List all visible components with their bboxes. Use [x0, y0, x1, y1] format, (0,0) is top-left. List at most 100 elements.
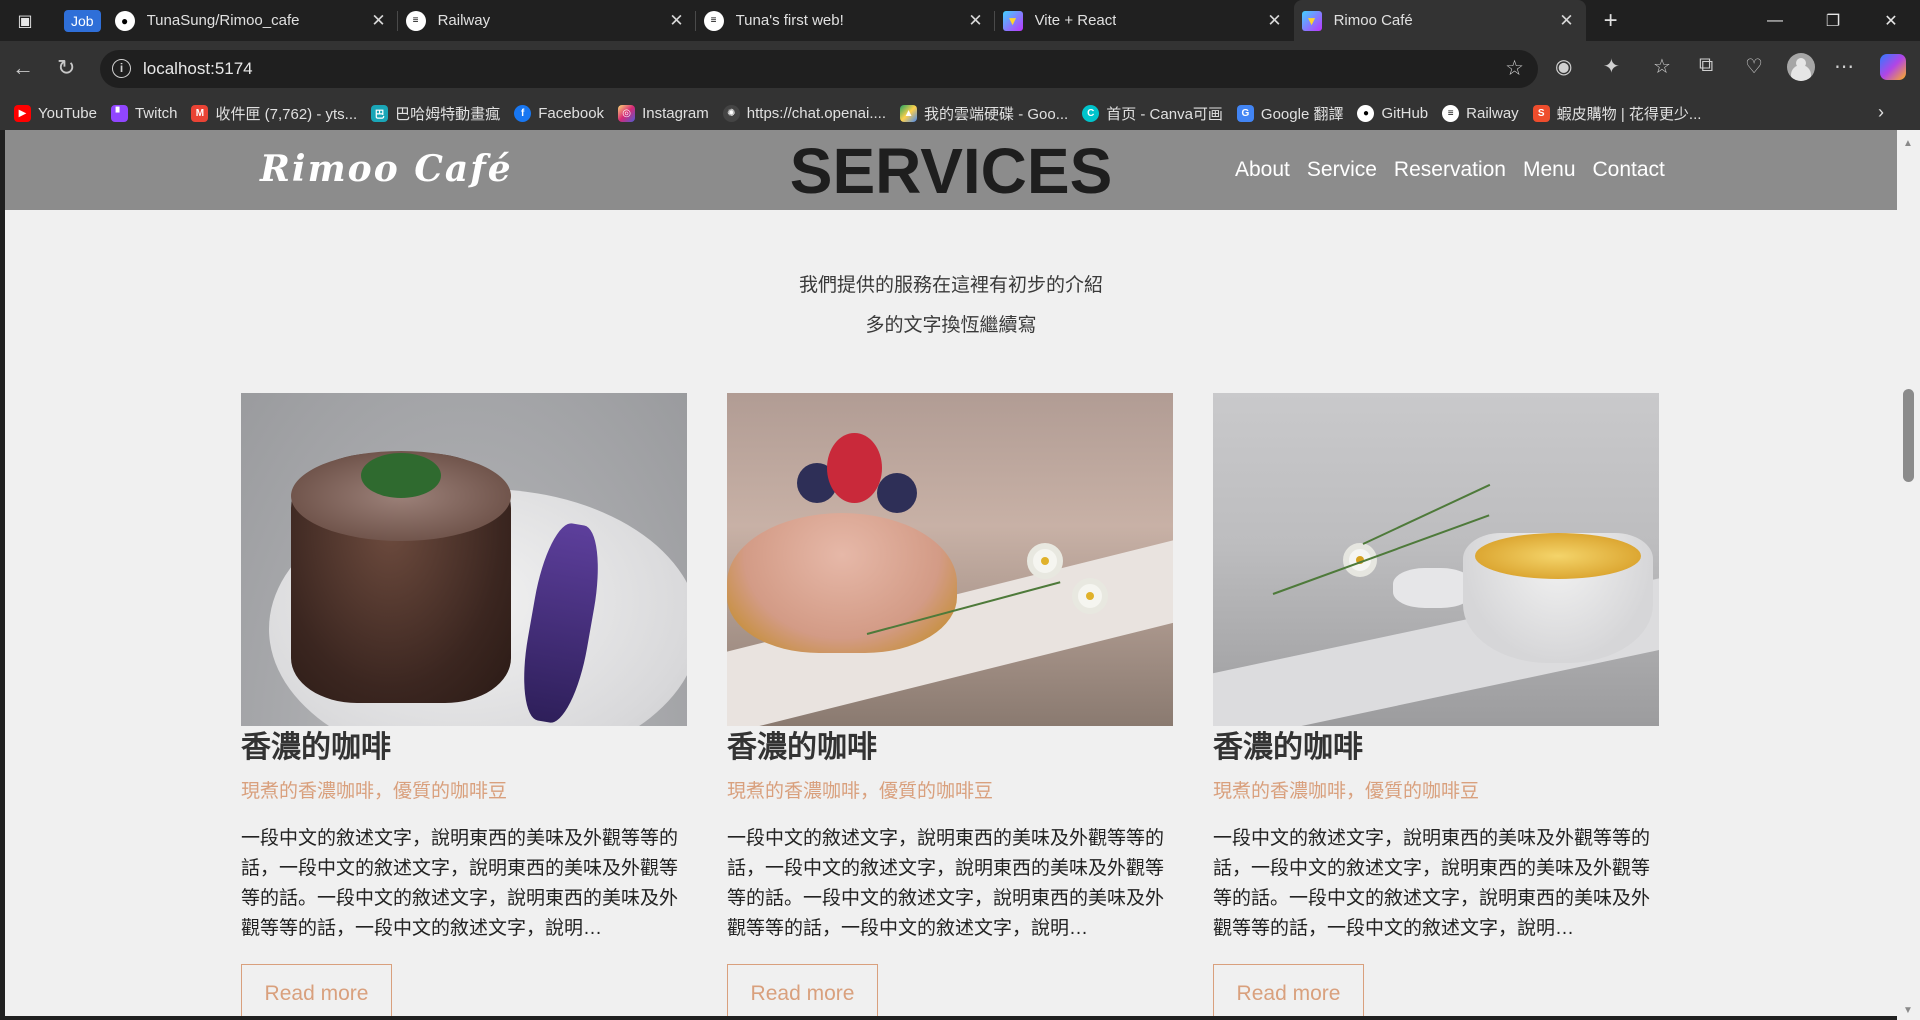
profile-avatar[interactable]	[1787, 53, 1815, 81]
restore-icon[interactable]: ❐	[1804, 0, 1862, 41]
bookmark-railway[interactable]: ≡ Railway	[1442, 104, 1519, 122]
bahamut-icon: 巴	[371, 104, 389, 122]
card-subtitle: 現煮的香濃咖啡，優質的咖啡豆	[241, 781, 508, 802]
tab-rimoo-cafe[interactable]: ▼ Rimoo Café ✕	[1293, 0, 1586, 41]
twitch-icon: ▘	[110, 104, 128, 122]
close-icon[interactable]: ✕	[371, 11, 385, 31]
copilot-icon[interactable]	[1880, 54, 1906, 80]
railway-icon: ≡	[703, 10, 724, 31]
read-more-button[interactable]: Read more	[1213, 964, 1364, 1016]
github-icon: ●	[114, 10, 135, 31]
google-drive-icon: ▲	[900, 104, 918, 122]
service-card: 香濃的咖啡 現煮的香濃咖啡，優質的咖啡豆 一段中文的敘述文字，說明東西的美味及外…	[727, 393, 1173, 1016]
new-tab-button[interactable]: +	[1604, 7, 1618, 35]
tab-title: Railway	[437, 12, 491, 29]
vite-icon: ▼	[1002, 10, 1023, 31]
bookmark-gmail[interactable]: M 收件匣 (7,762) - yts...	[191, 103, 357, 124]
bookmark-shopee[interactable]: S 蝦皮購物 | 花得更少...	[1532, 103, 1701, 124]
close-icon[interactable]: ✕	[1559, 11, 1573, 31]
tab-title: Vite + React	[1034, 12, 1117, 29]
back-icon[interactable]: ←	[12, 55, 34, 81]
card-title: 香濃的咖啡	[727, 730, 877, 765]
bookmark-bahamut[interactable]: 巴巴哈姆特動畫瘋	[371, 103, 500, 124]
tab-title: Tuna's first web!	[735, 12, 844, 29]
instagram-icon: ◎	[618, 104, 636, 122]
bookmark-canva[interactable]: C 首页 - Canva可画	[1082, 103, 1223, 124]
chevron-right-icon[interactable]: ›	[1878, 102, 1884, 123]
url-text[interactable]: localhost:5174	[143, 59, 253, 79]
sidebar-toggle-icon[interactable]: ▣	[0, 0, 50, 41]
reload-icon[interactable]: ↻	[57, 55, 75, 81]
nav-contact[interactable]: Contact	[1593, 158, 1665, 182]
url-field[interactable]: i localhost:5174 ☆	[100, 50, 1538, 88]
intro-line: 多的文字換恆繼續寫	[865, 315, 1037, 336]
collections-icon[interactable]: ⧉	[1699, 54, 1713, 77]
page-scrollbar[interactable]: ▲ ▼	[1897, 130, 1920, 1020]
facebook-icon: f	[514, 104, 532, 122]
favorites-icon[interactable]: ☆	[1653, 54, 1671, 79]
creme-brulee-photo	[1213, 393, 1659, 726]
github-icon: ●	[1357, 104, 1375, 122]
tab-title: TunaSung/Rimoo_cafe	[146, 12, 300, 29]
card-description: 一段中文的敘述文字，說明東西的美味及外觀等等的話，一段中文的敘述文字，說明東西的…	[727, 828, 1165, 939]
scroll-down-icon[interactable]: ▼	[1903, 1005, 1913, 1016]
shopee-icon: S	[1532, 104, 1550, 122]
nav-service[interactable]: Service	[1307, 158, 1377, 182]
service-card: 香濃的咖啡 現煮的香濃咖啡，優質的咖啡豆 一段中文的敘述文字，說明東西的美味及外…	[241, 393, 687, 1016]
scroll-up-icon[interactable]: ▲	[1903, 138, 1913, 149]
minimize-icon[interactable]: —	[1746, 0, 1804, 41]
bookmark-google-drive[interactable]: ▲ 我的雲端硬碟 - Goo...	[900, 103, 1068, 124]
window-controls: — ❐ ✕	[1746, 0, 1920, 41]
bookmark-twitch[interactable]: ▘ Twitch	[110, 104, 177, 122]
nav-about[interactable]: About	[1235, 158, 1290, 182]
read-more-button[interactable]: Read more	[241, 964, 392, 1016]
scrollbar-thumb[interactable]	[1903, 389, 1914, 482]
google-translate-icon: G	[1236, 104, 1254, 122]
vite-icon: ▼	[1301, 10, 1322, 31]
gmail-icon: M	[191, 104, 209, 122]
page-viewport: Rimoo Café SERVICES About Service Reserv…	[5, 130, 1897, 1016]
close-icon[interactable]: ✕	[1267, 11, 1281, 31]
berry-tart-photo	[727, 393, 1173, 726]
card-subtitle: 現煮的香濃咖啡，優質的咖啡豆	[1213, 781, 1480, 802]
site-info-icon[interactable]: i	[112, 59, 131, 78]
browser-essentials-icon[interactable]: ♡	[1745, 54, 1763, 79]
read-more-button[interactable]: Read more	[727, 964, 878, 1016]
intro-line: 我們提供的服務在這裡有初步的介紹	[798, 275, 1103, 296]
service-cards: 香濃的咖啡 現煮的香濃咖啡，優質的咖啡豆 一段中文的敘述文字，說明東西的美味及外…	[241, 393, 1659, 1016]
close-icon[interactable]: ✕	[968, 11, 982, 31]
nav-menu[interactable]: Menu	[1523, 158, 1576, 182]
window-close-icon[interactable]: ✕	[1862, 0, 1920, 41]
services-intro: 我們提供的服務在這裡有初步的介紹 多的文字換恆繼續寫	[5, 266, 1897, 346]
railway-icon: ≡	[405, 10, 426, 31]
bookmark-chatgpt[interactable]: ✺ https://chat.openai....	[722, 104, 886, 122]
youtube-icon: ▶	[14, 104, 31, 122]
bookmark-instagram[interactable]: ◎ Instagram	[618, 104, 709, 122]
tab-rimoo-repo[interactable]: ● TunaSung/Rimoo_cafe ✕	[107, 0, 398, 41]
more-menu-icon[interactable]: ⋯	[1834, 54, 1854, 79]
address-bar: ← ↻ i localhost:5174 ☆ ◉ ✦ ☆ ⧉ ♡ ⋯	[0, 41, 1920, 96]
bookmark-facebook[interactable]: f Facebook	[514, 104, 604, 122]
workspace-badge[interactable]: Job	[64, 9, 101, 32]
tab-tuna-first-web[interactable]: ≡ Tuna's first web! ✕	[696, 0, 995, 41]
bookmark-youtube[interactable]: ▶ YouTube	[14, 104, 97, 122]
card-description: 一段中文的敘述文字，說明東西的美味及外觀等等的話，一段中文的敘述文字，說明東西的…	[241, 828, 679, 939]
railway-icon: ≡	[1442, 104, 1460, 122]
tab-railway[interactable]: ≡ Railway ✕	[398, 0, 696, 41]
card-title: 香濃的咖啡	[241, 730, 391, 765]
card-title: 香濃的咖啡	[1213, 730, 1363, 765]
nav-reservation[interactable]: Reservation	[1394, 158, 1506, 182]
chocolate-lava-cake-photo	[241, 393, 687, 726]
openai-icon: ✺	[722, 104, 740, 122]
bookmark-github[interactable]: ● GitHub	[1357, 104, 1428, 122]
tab-bar: ▣ Job ● TunaSung/Rimoo_cafe ✕ ≡ Railway …	[0, 0, 1920, 41]
favorite-star-icon[interactable]: ☆	[1505, 56, 1524, 81]
extension-mask-icon[interactable]: ◉	[1555, 54, 1572, 79]
card-description: 一段中文的敘述文字，說明東西的美味及外觀等等的話，一段中文的敘述文字，說明東西的…	[1213, 828, 1651, 939]
tab-vite-react[interactable]: ▼ Vite + React ✕	[995, 0, 1294, 41]
bookmark-google-translate[interactable]: G Google 翻譯	[1236, 103, 1343, 124]
bookmarks-bar: ▶ YouTube ▘ Twitch M 收件匣 (7,762) - yts... 巴…	[0, 96, 1920, 130]
extensions-icon[interactable]: ✦	[1603, 54, 1620, 79]
close-icon[interactable]: ✕	[669, 11, 683, 31]
service-card: 香濃的咖啡 現煮的香濃咖啡，優質的咖啡豆 一段中文的敘述文字，說明東西的美味及外…	[1213, 393, 1659, 1016]
